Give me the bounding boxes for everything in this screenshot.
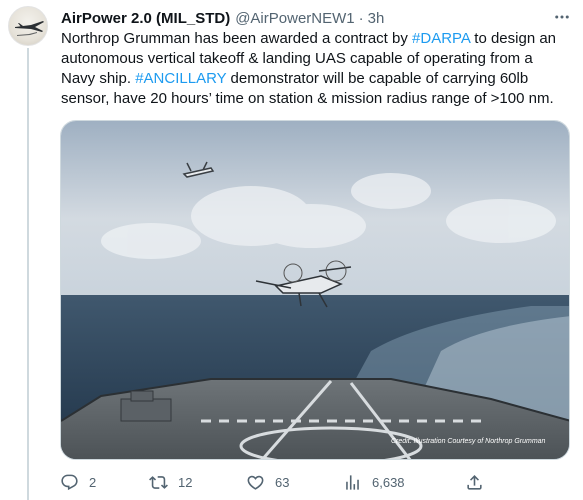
author-name[interactable]: AirPower 2.0 (MIL_STD) xyxy=(61,10,230,27)
tweet-media[interactable]: Credit: Illustration Courtesy of Northro… xyxy=(60,120,570,460)
avatar-aircraft-image xyxy=(15,21,44,36)
timestamp[interactable]: 3h xyxy=(368,10,385,27)
tweet-text-segment: Navy ship. xyxy=(61,70,136,87)
share-icon xyxy=(467,474,482,490)
tweet-text: Northrop Grumman has been awarded a cont… xyxy=(61,29,577,109)
tweet-text-line: sensor, have 20 hours’ time on station &… xyxy=(61,89,577,109)
retweet-count: 12 xyxy=(178,474,193,490)
like-icon xyxy=(247,475,264,490)
views-icon xyxy=(346,474,359,490)
author-handle[interactable]: @AirPowerNEW1 xyxy=(235,10,354,27)
like-count: 63 xyxy=(275,474,290,490)
tweet-text-segment: to design an xyxy=(470,30,557,47)
hashtag-link[interactable]: #ANCILLARY xyxy=(135,70,226,87)
action-bar: 2 12 63 6,638 xyxy=(60,468,570,496)
reply-icon xyxy=(61,474,78,490)
media-illustration: Credit: Illustration Courtesy of Northro… xyxy=(61,121,569,459)
hashtag-link[interactable]: #DARPA xyxy=(412,30,470,47)
tweet-text-line: autonomous vertical takeoff & landing UA… xyxy=(61,49,577,69)
more-icon xyxy=(555,15,569,19)
tweet-text-segment: Northrop Grumman has been awarded a cont… xyxy=(61,30,413,47)
tweet-text-segment: autonomous vertical takeoff & landing UA… xyxy=(61,50,533,67)
share-button[interactable] xyxy=(465,468,484,496)
tweet-text-segment: demonstrator will be capable of carrying… xyxy=(226,70,529,87)
separator-dot: · xyxy=(358,9,364,27)
more-button[interactable] xyxy=(547,6,577,28)
views-button[interactable]: 6,638 xyxy=(343,468,405,496)
media-credit: Credit: Illustration Courtesy of Northro… xyxy=(391,438,546,445)
like-button[interactable]: 63 xyxy=(246,468,289,496)
reply-button[interactable]: 2 xyxy=(60,468,96,496)
tweet-text-line: Navy ship. #ANCILLARY demonstrator will … xyxy=(61,69,577,89)
thread-line xyxy=(27,48,29,500)
reply-count: 2 xyxy=(89,474,97,490)
retweet-icon xyxy=(149,475,168,489)
tweet-text-segment: sensor, have 20 hours’ time on station &… xyxy=(61,90,554,107)
avatar[interactable] xyxy=(8,6,48,46)
retweet-button[interactable]: 12 xyxy=(149,468,192,496)
tweet-header: AirPower 2.0 (MIL_STD) @AirPowerNEW1 · 3… xyxy=(61,7,563,29)
tweet-text-line: Northrop Grumman has been awarded a cont… xyxy=(61,29,577,49)
views-count: 6,638 xyxy=(372,474,405,490)
